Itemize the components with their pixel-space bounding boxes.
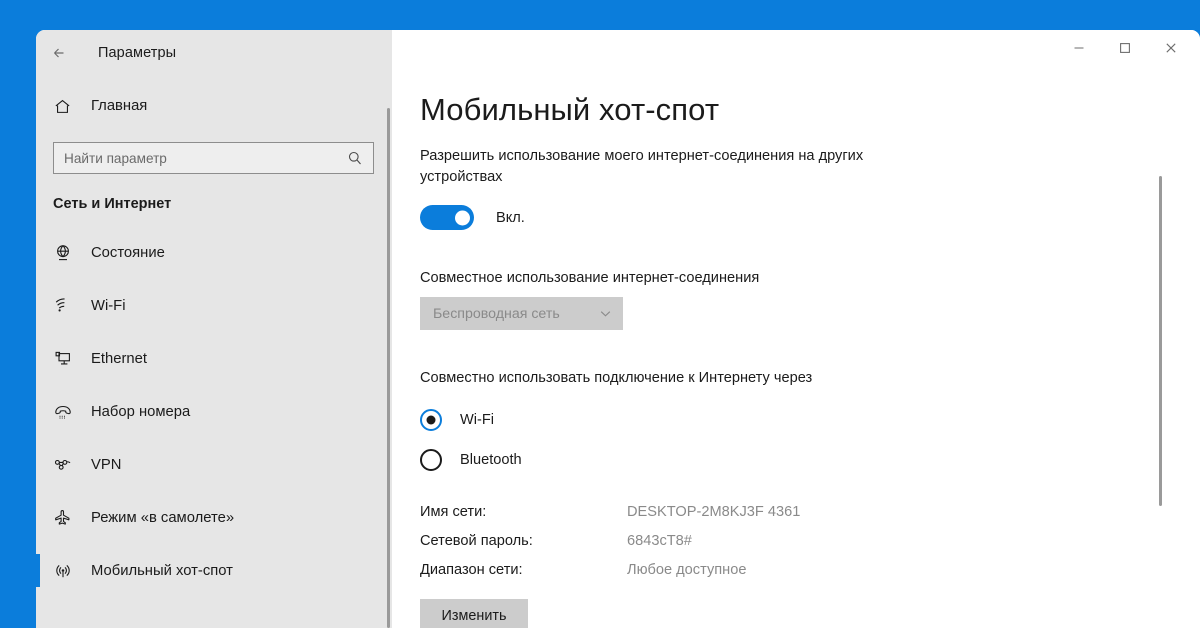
sidebar-item-airplane-mode-label: Режим «в самолете» — [91, 509, 235, 526]
sidebar-item-vpn[interactable]: VPN — [36, 438, 392, 491]
title-bar-left: Параметры — [36, 30, 392, 76]
network-info-table: Имя сети: DESKTOP-2M8KJ3F 4361 Сетевой п… — [420, 504, 1200, 591]
main-scrollbar[interactable] — [1159, 176, 1162, 506]
radio-option-bluetooth-label: Bluetooth — [460, 452, 522, 468]
main-content: Мобильный хот-спот Разрешить использован… — [392, 76, 1200, 628]
share-connection-label: Совместное использование интернет-соедин… — [420, 270, 760, 286]
hotspot-toggle-row: Вкл. — [420, 205, 1200, 230]
airplane-icon — [53, 508, 91, 528]
share-via-radio-group: Wi-Fi Bluetooth — [420, 400, 1200, 480]
share-connection-dropdown[interactable]: Беспроводная сеть — [420, 297, 623, 330]
network-name-value: DESKTOP-2M8KJ3F 4361 — [627, 504, 801, 520]
chevron-down-icon — [598, 306, 613, 321]
sidebar-nav-list: Состояние Wi-Fi Ethernet Набор номера VP… — [36, 226, 392, 597]
sidebar-item-status[interactable]: Состояние — [36, 226, 392, 279]
search-input[interactable] — [64, 150, 347, 166]
toggle-knob — [455, 210, 470, 225]
network-info-row: Сетевой пароль: 6843cT8# — [420, 533, 1200, 562]
network-password-key: Сетевой пароль: — [420, 533, 533, 549]
sidebar-item-ethernet[interactable]: Ethernet — [36, 332, 392, 385]
minimize-icon[interactable] — [1056, 30, 1102, 66]
close-icon[interactable] — [1148, 30, 1194, 66]
monitor-icon — [53, 349, 91, 369]
hotspot-icon — [53, 561, 91, 581]
settings-window: Параметры Главная Найти параметр Сеть и … — [36, 30, 1200, 628]
search-container — [36, 128, 392, 174]
network-band-key: Диапазон сети: — [420, 562, 523, 578]
share-connection-dropdown-value: Беспроводная сеть — [433, 305, 560, 322]
network-band-value: Любое доступное — [627, 562, 747, 578]
sidebar-item-home-label: Главная — [91, 98, 148, 114]
radio-option-wifi-label: Wi-Fi — [460, 412, 495, 428]
window-controls — [392, 30, 1200, 76]
share-via-label: Совместно использовать подключение к Инт… — [420, 370, 813, 386]
hotspot-toggle-state: Вкл. — [496, 209, 525, 226]
sidebar-item-airplane-mode[interactable]: Режим «в самолете» — [36, 491, 392, 544]
network-info-row: Имя сети: DESKTOP-2M8KJ3F 4361 — [420, 504, 1200, 533]
sidebar: Главная Сеть и Интернет — [36, 76, 392, 628]
sidebar-item-home[interactable]: Главная — [36, 84, 392, 128]
sidebar-item-mobile-hotspot[interactable]: Мобильный хот-спот — [36, 544, 392, 597]
maximize-icon[interactable] — [1102, 30, 1148, 66]
app-title: Параметры — [98, 45, 177, 61]
radio-option-bluetooth[interactable]: Bluetooth — [420, 440, 1200, 480]
radio-option-wifi[interactable]: Wi-Fi — [420, 400, 1200, 440]
sidebar-item-dialup[interactable]: Набор номера — [36, 385, 392, 438]
selection-indicator — [36, 554, 40, 587]
wifi-icon — [53, 296, 91, 316]
sidebar-item-wifi[interactable]: Wi-Fi — [36, 279, 392, 332]
hotspot-description: Разрешить использование моего интернет-с… — [420, 148, 864, 185]
radio-bluetooth-indicator[interactable] — [420, 449, 442, 471]
sidebar-item-ethernet-label: Ethernet — [91, 350, 147, 367]
network-name-key: Имя сети: — [420, 504, 487, 520]
title-bar: Параметры — [36, 30, 1200, 76]
change-button[interactable]: Изменить — [420, 599, 528, 628]
radio-wifi-indicator[interactable] — [420, 409, 442, 431]
search-icon[interactable] — [347, 150, 363, 166]
window-body: Главная Сеть и Интернет — [36, 76, 1200, 628]
sidebar-item-dialup-label: Набор номера — [91, 403, 191, 420]
sidebar-item-status-label: Состояние — [91, 244, 165, 261]
search-box[interactable] — [53, 142, 374, 174]
sidebar-item-mobile-hotspot-label: Мобильный хот-спот — [91, 562, 233, 579]
hotspot-toggle[interactable] — [420, 205, 474, 230]
globe-icon — [53, 243, 91, 263]
vpn-icon — [53, 455, 91, 475]
home-icon — [53, 97, 91, 116]
network-password-value: 6843cT8# — [627, 533, 692, 549]
phone-handset-icon — [53, 402, 91, 422]
back-arrow-icon[interactable] — [36, 30, 82, 76]
sidebar-item-wifi-label: Wi-Fi — [91, 297, 126, 314]
page-title: Мобильный хот-спот — [420, 92, 720, 127]
sidebar-section-title: Сеть и Интернет — [53, 196, 172, 212]
sidebar-scrollbar[interactable] — [387, 108, 390, 628]
network-info-row: Диапазон сети: Любое доступное — [420, 562, 1200, 591]
sidebar-item-vpn-label: VPN — [91, 456, 122, 473]
